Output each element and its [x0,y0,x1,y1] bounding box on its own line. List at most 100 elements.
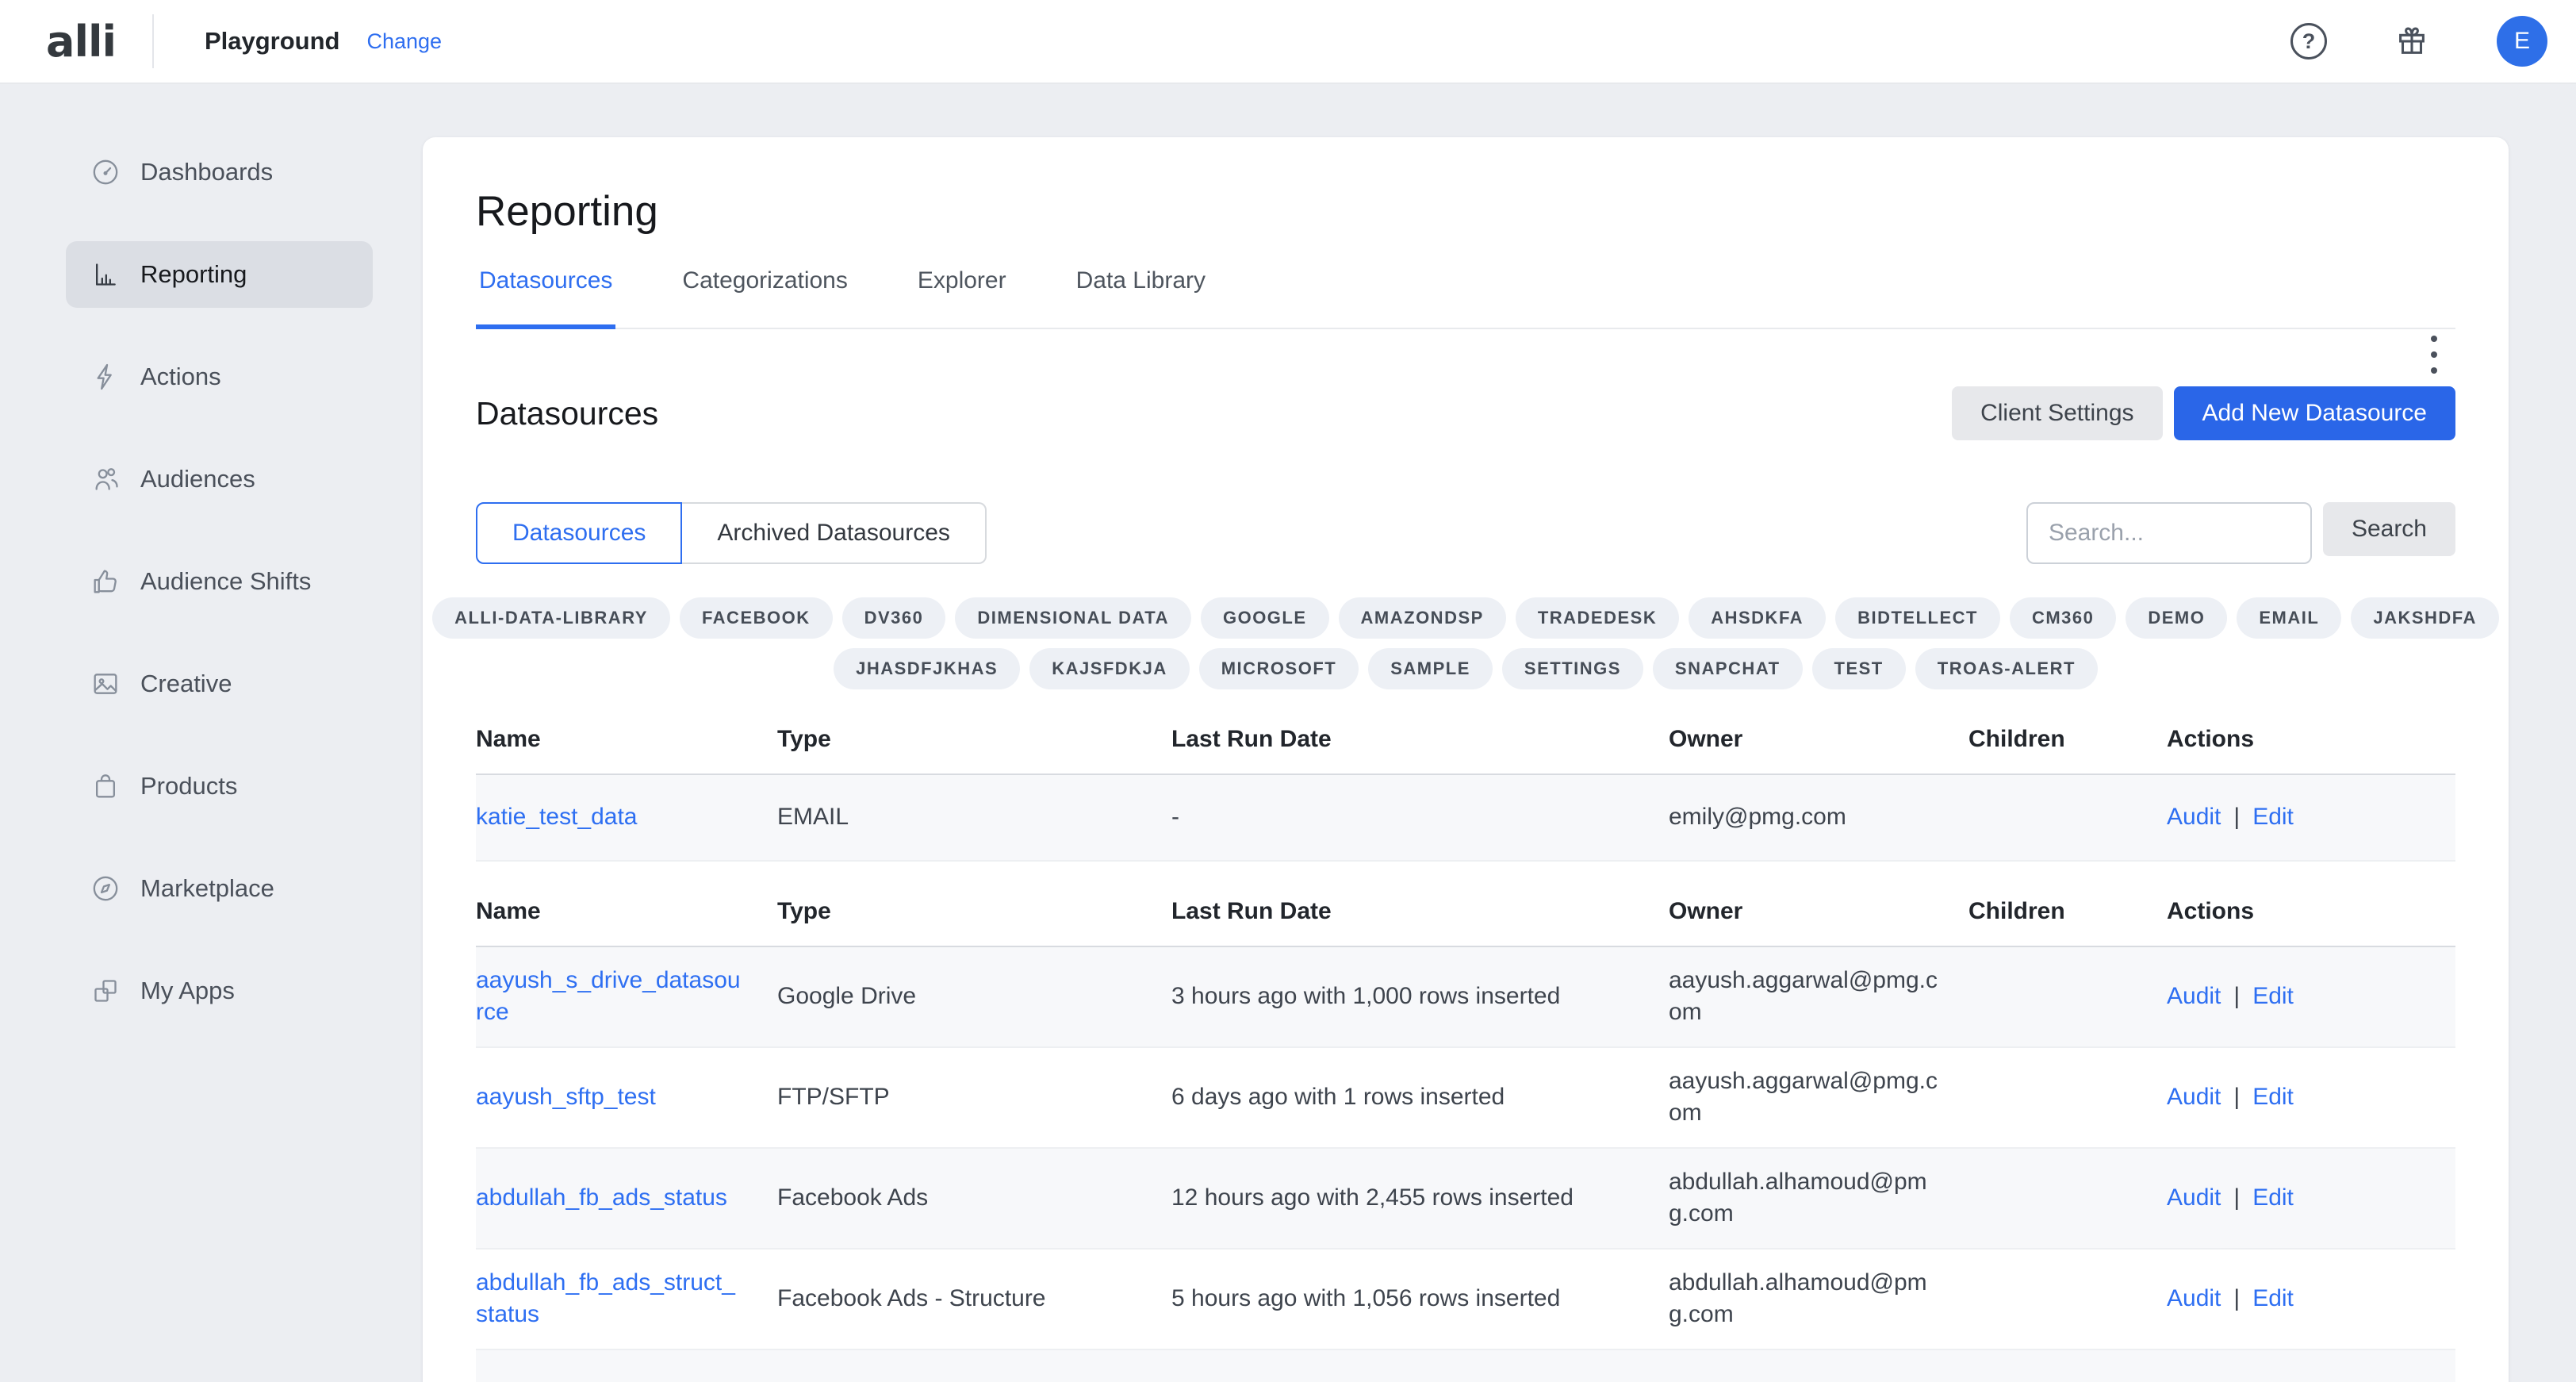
actions-separator: | [2233,983,2240,1009]
column-header-owner: Owner [1669,726,1968,753]
table-header: NameTypeLast Run DateOwnerChildrenAction… [476,898,2455,947]
column-header-name: Name [476,898,777,925]
row-action-audit[interactable]: Audit [2167,1084,2221,1110]
last-run-date: 12 hours ago with 2,455 rows inserted [1171,1165,1669,1232]
change-workspace-link[interactable]: Change [366,29,442,54]
filter-chip-ahsdkfa[interactable]: AHSDKFA [1689,597,1826,639]
sidebar-item-label: Creative [140,670,232,698]
sidebar-item-dashboards[interactable]: Dashboards [66,139,373,205]
filter-chip-alli-data-library[interactable]: ALLI-DATA-LIBRARY [432,597,670,639]
row-action-audit[interactable]: Audit [2167,1184,2221,1211]
header-divider [152,14,154,68]
alli-logo: alli [46,17,116,67]
row-action-edit[interactable]: Edit [2252,1084,2294,1110]
tab-data-library[interactable]: Data Library [1073,267,1209,328]
sidebar-item-marketplace[interactable]: Marketplace [66,855,373,922]
sidebar-item-label: Marketplace [140,874,274,903]
filter-chips: ALLI-DATA-LIBRARYFACEBOOKDV360DIMENSIONA… [476,597,2455,689]
sidebar-item-products[interactable]: Products [66,753,373,820]
column-header-type: Type [777,898,1171,925]
reporting-card: Reporting DatasourcesCategorizationsExpl… [423,137,2509,1382]
sidebar-item-creative[interactable]: Creative [66,651,373,717]
gift-icon[interactable] [2394,23,2430,60]
workspace-name: Playground [205,27,340,56]
row-actions: Audit|Edit [2167,1064,2455,1131]
sidebar-item-my-apps[interactable]: My Apps [66,958,373,1024]
children-cell [1968,979,2167,1014]
user-avatar[interactable]: E [2497,16,2547,67]
datasource-name-link[interactable]: abdullah_fb_ads_status [476,1182,727,1215]
filter-chip-tradedesk[interactable]: TRADEDESK [1516,597,1679,639]
column-header-children: Children [1968,726,2167,753]
filter-chip-microsoft[interactable]: MICROSOFT [1199,648,1359,689]
column-header-children: Children [1968,898,2167,925]
row-action-audit[interactable]: Audit [2167,983,2221,1009]
row-action-edit[interactable]: Edit [2252,1184,2294,1211]
datasource-name-link[interactable]: aayush_sftp_test [476,1081,656,1114]
filter-chip-troas-alert[interactable]: TROAS-ALERT [1915,648,2098,689]
table-row: aayush_s_drive_datasourceGoogle Drive3 h… [476,947,2455,1048]
row-action-audit[interactable]: Audit [2167,1285,2221,1311]
owner-email: abdullah.alhamoud@pmg.com [1669,1166,1938,1230]
search-button[interactable]: Search [2323,502,2455,556]
sidebar-item-label: Products [140,772,237,800]
datasource-type: EMAIL [777,775,1171,860]
tab-categorizations[interactable]: Categorizations [679,267,850,328]
filter-chip-dimensional-data[interactable]: DIMENSIONAL DATA [955,597,1191,639]
client-settings-button[interactable]: Client Settings [1952,386,2162,440]
filter-chip-test[interactable]: TEST [1812,648,1906,689]
datasource-table-main: NameTypeLast Run DateOwnerChildrenAction… [476,898,2455,1350]
sidebar-item-audiences[interactable]: Audiences [66,446,373,512]
top-bar: alli Playground Change ? E [0,0,2576,84]
row-action-edit[interactable]: Edit [2252,804,2294,830]
actions-separator: | [2233,1184,2240,1211]
datasource-name-link[interactable]: abdullah_fb_ads_struct_status [476,1267,742,1331]
filter-chip-snapchat[interactable]: SNAPCHAT [1653,648,1803,689]
row-actions: Audit|Edit [2167,1265,2455,1333]
row-action-audit[interactable]: Audit [2167,804,2221,830]
filter-chip-cm360[interactable]: CM360 [2010,597,2116,639]
filter-chip-jhasdfjkhas[interactable]: JHASDFJKHAS [834,648,1020,689]
filter-chip-amazondsp[interactable]: AMAZONDSP [1339,597,1506,639]
datasource-name-link[interactable]: aayush_s_drive_datasource [476,965,742,1029]
filter-chip-sample[interactable]: SAMPLE [1368,648,1493,689]
toggle-datasources[interactable]: Datasources [476,502,682,564]
people-icon [90,463,121,495]
tab-datasources[interactable]: Datasources [476,267,615,329]
sidebar-item-actions[interactable]: Actions [66,344,373,410]
row-action-edit[interactable]: Edit [2252,983,2294,1009]
filter-chip-facebook[interactable]: FACEBOOK [680,597,833,639]
help-icon[interactable]: ? [2290,23,2327,60]
add-new-datasource-button[interactable]: Add New Datasource [2174,386,2455,440]
filter-chip-settings[interactable]: SETTINGS [1502,648,1643,689]
sidebar-item-audience-shifts[interactable]: Audience Shifts [66,548,373,615]
table-row: aayush_sftp_testFTP/SFTP6 days ago with … [476,1048,2455,1149]
column-header-type: Type [777,726,1171,753]
search-group: Search [2026,502,2455,564]
tab-explorer[interactable]: Explorer [914,267,1010,328]
datasources-section-header: Datasources Client Settings Add New Data… [476,386,2455,440]
filter-chip-google[interactable]: GOOGLE [1201,597,1329,639]
datasource-type: Google Drive [777,963,1171,1031]
toggle-archived-datasources[interactable]: Archived Datasources [682,502,986,564]
sidebar-item-reporting[interactable]: Reporting [66,241,373,308]
datasource-name-link[interactable]: katie_test_data [476,801,637,834]
datasource-table-email: NameTypeLast Run DateOwnerChildrenAction… [476,726,2455,862]
search-input[interactable] [2026,502,2312,564]
table-row: katie_test_dataEMAIL-emily@pmg.comAudit|… [476,775,2455,862]
owner-email: emily@pmg.com [1669,801,1846,834]
owner-email: aayush.aggarwal@pmg.com [1669,1065,1938,1130]
filter-chip-demo[interactable]: DEMO [2126,597,2227,639]
column-header-actions: Actions [2167,898,2455,925]
row-actions: Audit | Edit [2167,1165,2455,1232]
filter-chip-kajsfdkja[interactable]: KAJSFDKJA [1029,648,1190,689]
section-actions: Client Settings Add New Datasource [1952,386,2455,440]
filter-chip-jakshdfa[interactable]: JAKSHDFA [2351,597,2499,639]
filter-chip-bidtellect[interactable]: BIDTELLECT [1835,597,2000,639]
row-action-edit[interactable]: Edit [2252,1285,2294,1311]
thumbs-up-icon [90,566,121,597]
kebab-menu-icon[interactable] [2426,331,2442,378]
row-actions: Audit | Edit [2167,963,2455,1031]
filter-chip-dv360[interactable]: DV360 [842,597,946,639]
filter-chip-email[interactable]: EMAIL [2237,597,2341,639]
